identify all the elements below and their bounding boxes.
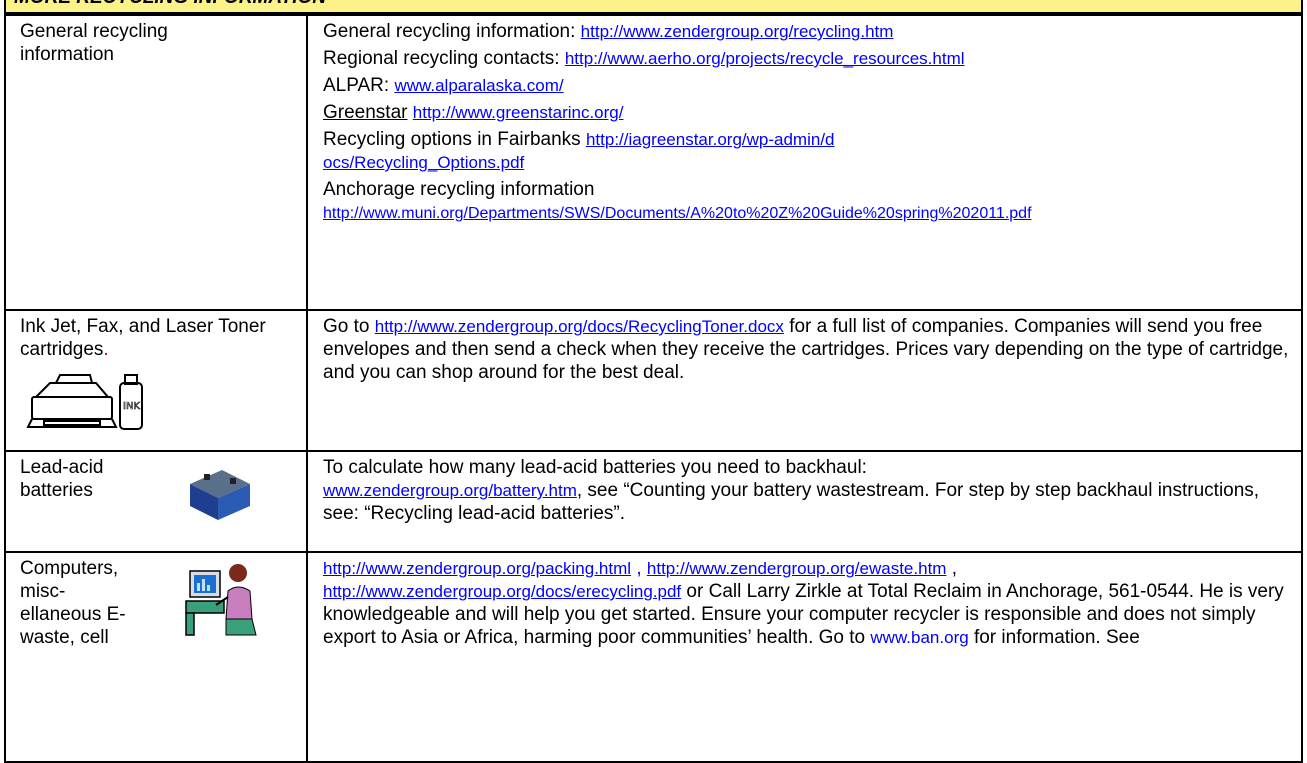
svg-text:INK: INK [123, 401, 140, 412]
entry-link[interactable]: http://www.zendergroup.org/recycling.htm [581, 22, 894, 41]
row-content-cell: Go to http://www.zendergroup.org/docs/Re… [306, 309, 1303, 452]
link-separator: , [631, 558, 647, 579]
recycling-info-table: General recycling information General re… [4, 14, 1303, 763]
section-header-title: MORE RECYCLING INFORMATION [14, 0, 326, 9]
row-label-cell: Lead-acid batteries [4, 450, 308, 553]
list-item: Anchorage recycling information http://ww… [323, 178, 1293, 225]
toner-recycling-link[interactable]: http://www.zendergroup.org/docs/Recyclin… [375, 317, 784, 336]
car-battery-icon [190, 470, 250, 520]
link-separator: , [946, 558, 958, 579]
entry-link[interactable]: http://www.muni.org/Departments/SWS/Docu… [323, 205, 1032, 222]
row-label: Lead-acid batteries [20, 457, 104, 501]
list-item: Regional recycling contacts: http://www.… [323, 47, 1293, 70]
entry-link[interactable]: www.alparalaska.com/ [394, 76, 563, 95]
row-label: Computers, misc-ellaneous E-waste, cell [20, 558, 126, 648]
printer-and-ink-bottle-icon: INK [26, 374, 143, 430]
row-label: Ink Jet, Fax, and Laser Toner cartridges… [20, 315, 280, 361]
row-label-cell: General recycling information [4, 14, 308, 311]
row-content-cell: General recycling information: http://ww… [306, 14, 1303, 311]
row-label-cell: Computers, misc-ellaneous E-waste, cell [4, 551, 308, 763]
row-content-text: http://www.zendergroup.org/packing.html … [323, 557, 1293, 649]
content-intro: To calculate how many lead-acid batterie… [323, 457, 867, 478]
table-row: Ink Jet, Fax, and Laser Toner cartridges… [4, 309, 1303, 452]
list-item: ALPAR: www.alparalaska.com/ [323, 74, 1293, 97]
person-at-computer-icon [185, 564, 257, 636]
entry-link[interactable]: http://www.aerho.org/projects/recycle_re… [565, 49, 965, 68]
entry-link[interactable]: http://www.greenstarinc.org/ [413, 103, 624, 122]
row-content-cell: To calculate how many lead-acid batterie… [306, 450, 1303, 553]
ewaste-link[interactable]: http://www.zendergroup.org/ewaste.htm [647, 559, 947, 578]
entry-label: ALPAR: [323, 75, 395, 96]
battery-link[interactable]: www.zendergroup.org/battery.htm [323, 481, 577, 500]
row-label: General recycling information [20, 21, 168, 65]
entry-label: Regional recycling contacts: [323, 48, 565, 69]
list-item: General recycling information: http://ww… [323, 20, 1293, 43]
row-label-cell: Ink Jet, Fax, and Laser Toner cartridges… [4, 309, 308, 452]
entry-label: Greenstar [323, 102, 408, 123]
packing-link[interactable]: http://www.zendergroup.org/packing.html [323, 559, 631, 578]
section-header-band: MORE RECYCLING INFORMATION [4, 0, 1303, 14]
row-content-text: To calculate how many lead-acid batterie… [323, 456, 1293, 525]
row-label-text: Ink Jet, Fax, and Laser Toner cartridges [20, 316, 266, 360]
entry-label: General recycling information: [323, 21, 581, 42]
table-row: Lead-acid batteries To calculate how man… [4, 450, 1303, 553]
content-body: for information. See [968, 627, 1140, 648]
table-row: Computers, misc-ellaneous E-waste, cell … [4, 551, 1303, 763]
ban-link[interactable]: www.ban.org [870, 628, 968, 647]
erecycling-link[interactable]: http://www.zendergroup.org/docs/erecycli… [323, 582, 681, 601]
row-content-cell: http://www.zendergroup.org/packing.html … [306, 551, 1303, 763]
entry-label: Anchorage recycling information [323, 179, 595, 200]
row-label-dot: . [103, 339, 109, 360]
content-intro: Go to [323, 316, 375, 337]
list-item: Recycling options in Fairbanks http://ia… [323, 128, 843, 174]
entry-label: Recycling options in Fairbanks [323, 129, 586, 150]
row-content-text: Go to http://www.zendergroup.org/docs/Re… [323, 315, 1293, 384]
table-row: General recycling information General re… [4, 14, 1303, 311]
list-item: Greenstar http://www.greenstarinc.org/ [323, 101, 1293, 124]
